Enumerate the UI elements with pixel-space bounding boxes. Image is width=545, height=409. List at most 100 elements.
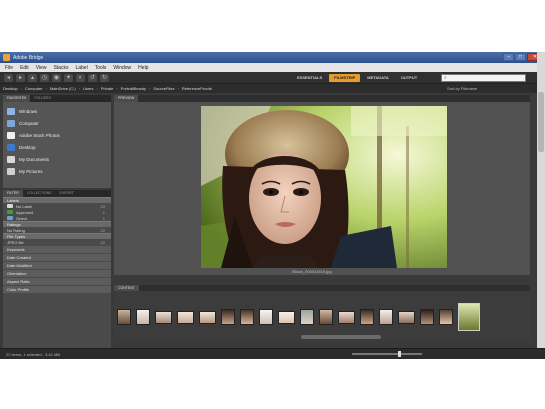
menu-stacks[interactable]: Stacks xyxy=(53,65,68,71)
chevron-right-icon: › xyxy=(177,86,179,91)
tab-content[interactable]: CONTENT xyxy=(114,285,139,291)
bridge-window: Adobe Bridge – □ ✕ File Edit View Stacks… xyxy=(0,52,545,359)
toolbar: ◂ ▸ ▴ ◷ ◉ ✦ ◐ ↺ ↻ ESSENTIALS FILMSTRIP M… xyxy=(0,72,545,84)
filter-row-count: 20 xyxy=(100,203,105,209)
thumbnail[interactable] xyxy=(420,309,434,325)
thumbnail-size-slider[interactable] xyxy=(352,351,422,357)
back-icon[interactable]: ◂ xyxy=(4,73,13,82)
rotate-left-icon[interactable]: ↺ xyxy=(88,73,97,82)
thumbnail[interactable] xyxy=(155,310,172,324)
favorite-item[interactable]: My Documents xyxy=(3,153,111,165)
filmstrip-scrollbar[interactable] xyxy=(301,335,381,339)
filter-row-count: 22 xyxy=(100,239,105,245)
favorite-item[interactable]: Adobe Stock Photos xyxy=(3,129,111,141)
breadcrumb-private[interactable]: Private xyxy=(101,86,113,91)
chevron-right-icon: › xyxy=(96,86,98,91)
filter-row[interactable]: JPEG file 22 xyxy=(3,239,111,245)
breadcrumb-users[interactable]: Users xyxy=(83,86,93,91)
tab-favorites[interactable]: FAVORITES xyxy=(3,95,31,102)
chevron-right-icon: › xyxy=(149,86,151,91)
search-input[interactable]: ⌕ xyxy=(441,74,526,82)
menu-bar: File Edit View Stacks Label Tools Window… xyxy=(0,63,545,72)
preview-panel: PREVIEW iStock_000013415.jpg xyxy=(114,95,530,275)
letterbox-top xyxy=(0,0,545,52)
filter-section-aspect-ratio[interactable]: Aspect Ratio xyxy=(3,278,111,285)
thumbnail[interactable] xyxy=(177,310,194,324)
favorite-item[interactable]: My Pictures xyxy=(3,165,111,177)
breadcrumb-portraitbeauty[interactable]: PortraitBeauty xyxy=(121,86,146,91)
minimize-button[interactable]: – xyxy=(503,53,514,61)
vertical-scrollbar[interactable] xyxy=(537,52,545,348)
filmstrip xyxy=(114,303,530,331)
no-label-swatch xyxy=(7,204,13,208)
filter-section-date-created[interactable]: Date Created xyxy=(3,254,111,261)
thumbnail[interactable] xyxy=(338,310,355,324)
favorite-item[interactable]: Desktop xyxy=(3,141,111,153)
favorite-label: Adobe Stock Photos xyxy=(19,132,60,138)
thumbnail[interactable] xyxy=(259,309,273,325)
thumbnail[interactable] xyxy=(278,310,295,324)
thumbnail[interactable] xyxy=(379,309,393,325)
filter-row-count: 1 xyxy=(102,215,105,221)
filter-section-orientation[interactable]: Orientation xyxy=(3,270,111,277)
menu-edit[interactable]: Edit xyxy=(20,65,29,71)
folder-up-icon[interactable]: ▴ xyxy=(28,73,37,82)
workspace-output[interactable]: OUTPUT xyxy=(396,74,422,82)
thumbnail[interactable] xyxy=(240,309,254,325)
thumbnail[interactable] xyxy=(221,309,235,325)
breadcrumb-referenceproofs[interactable]: ReferenceProofs xyxy=(182,86,212,91)
breadcrumb-drive[interactable]: MainDrive (C:) xyxy=(50,86,76,91)
recent-icon[interactable]: ◷ xyxy=(40,73,49,82)
filter-section-keywords[interactable]: Keywords xyxy=(3,246,111,253)
camera-icon[interactable]: ◉ xyxy=(52,73,61,82)
menu-tools[interactable]: Tools xyxy=(95,65,107,71)
open-in-camera-raw-icon[interactable]: ◐ xyxy=(76,73,85,82)
thumbnail[interactable] xyxy=(360,309,374,325)
filter-panel: FILTER COLLECTIONS EXPORT Labels No Labe… xyxy=(3,190,111,350)
maximize-button[interactable]: □ xyxy=(515,53,526,61)
favorite-label: My Pictures xyxy=(19,168,43,174)
workspace-filmstrip[interactable]: FILMSTRIP xyxy=(329,74,361,82)
breadcrumb-sourcefiles[interactable]: SourceFiles xyxy=(153,86,174,91)
tab-collections[interactable]: COLLECTIONS xyxy=(23,190,56,197)
filter-section-date-modified[interactable]: Date Modified xyxy=(3,262,111,269)
scrollbar-thumb[interactable] xyxy=(538,92,544,152)
thumbnail[interactable] xyxy=(319,309,333,325)
refine-icon[interactable]: ✦ xyxy=(64,73,73,82)
favorite-item[interactable]: Windows xyxy=(3,105,111,117)
chevron-right-icon: › xyxy=(116,86,118,91)
forward-icon[interactable]: ▸ xyxy=(16,73,25,82)
breadcrumb-computer[interactable]: Computer xyxy=(25,86,43,91)
menu-label[interactable]: Label xyxy=(75,65,87,71)
letterbox-bottom xyxy=(0,359,545,409)
tab-preview[interactable]: PREVIEW xyxy=(114,95,139,102)
thumbnail[interactable] xyxy=(300,309,314,325)
thumbnail-selected[interactable] xyxy=(458,303,480,331)
workspace-metadata[interactable]: METADATA xyxy=(362,74,394,82)
thumbnail[interactable] xyxy=(439,309,453,325)
sort-dropdown[interactable]: Sort by Filename xyxy=(447,86,477,91)
preview-image[interactable] xyxy=(201,106,447,268)
menu-window[interactable]: Window xyxy=(113,65,131,71)
favorite-item[interactable]: Computer xyxy=(3,117,111,129)
app-icon xyxy=(3,54,10,61)
thumbnail[interactable] xyxy=(136,309,150,325)
content-panel-tabs: CONTENT xyxy=(114,285,530,291)
filter-section-color-profile[interactable]: Color Profile xyxy=(3,286,111,293)
menu-help[interactable]: Help xyxy=(138,65,148,71)
workspace-essentials[interactable]: ESSENTIALS xyxy=(292,74,327,82)
filter-row-count: 22 xyxy=(100,227,105,233)
tab-export[interactable]: EXPORT xyxy=(56,190,78,197)
menu-view[interactable]: View xyxy=(36,65,47,71)
tab-filter[interactable]: FILTER xyxy=(3,190,23,197)
thumbnail[interactable] xyxy=(117,309,131,325)
thumbnail[interactable] xyxy=(199,310,216,324)
thumbnail[interactable] xyxy=(398,310,415,324)
documents-folder-icon xyxy=(7,155,15,163)
slider-handle[interactable] xyxy=(398,351,401,357)
tab-folders[interactable]: FOLDERS xyxy=(30,95,55,102)
desktop-icon xyxy=(7,143,15,151)
menu-file[interactable]: File xyxy=(5,65,13,71)
rotate-right-icon[interactable]: ↻ xyxy=(100,73,109,82)
breadcrumb-desktop[interactable]: Desktop xyxy=(3,86,18,91)
